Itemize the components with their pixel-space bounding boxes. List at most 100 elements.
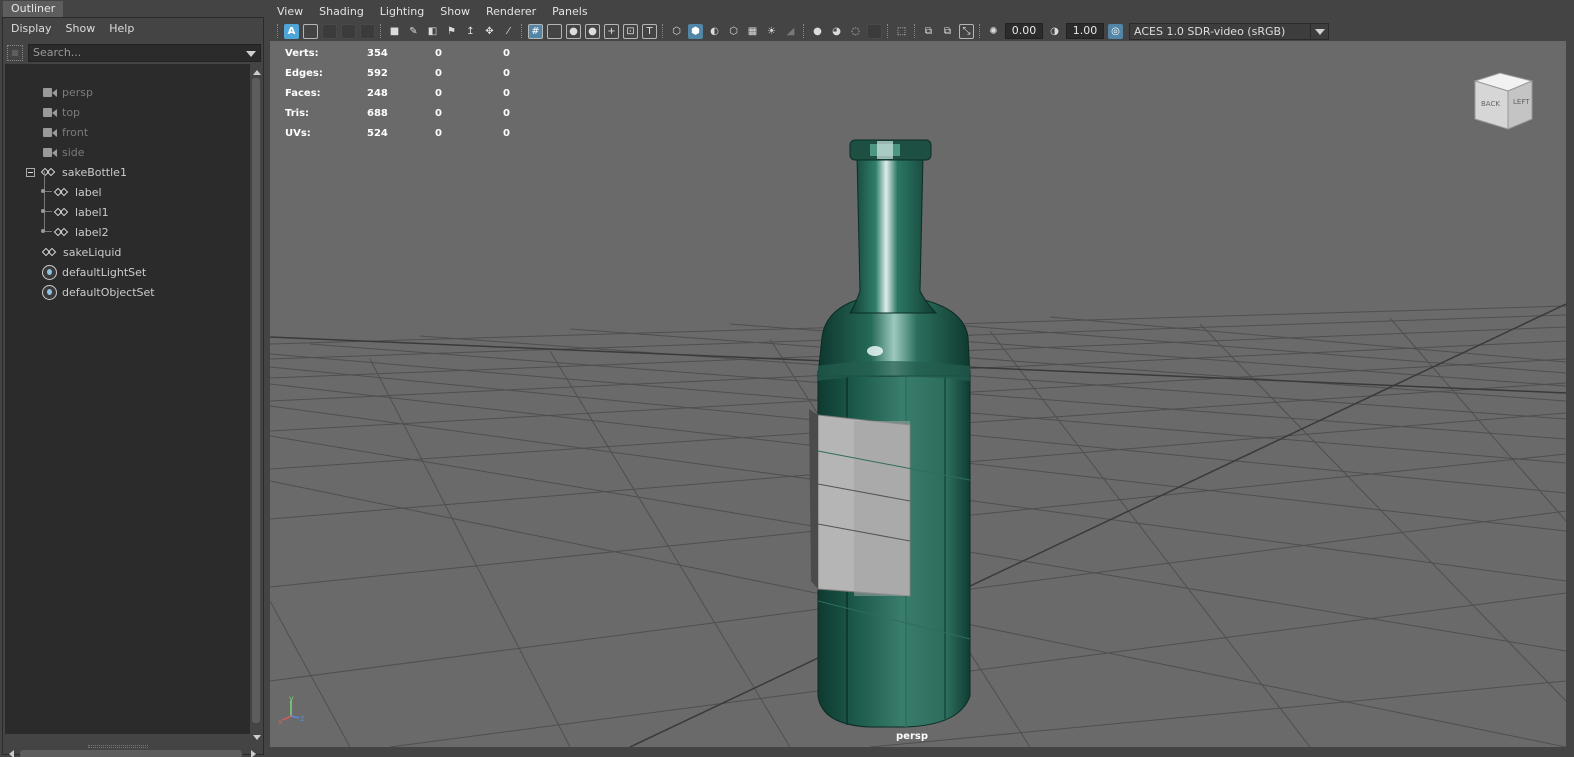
tree-node-dot (41, 209, 45, 213)
select-filter-icon[interactable] (7, 44, 23, 61)
tree-item-defaultobjectset[interactable]: defaultObjectSet (42, 282, 155, 302)
hud-row-faces: Faces: 248 0 0 (285, 83, 571, 103)
panel-resize-grip[interactable] (88, 745, 148, 748)
scroll-down-icon[interactable] (253, 735, 261, 740)
hud-value: 688 (367, 107, 388, 119)
outliner-tab[interactable]: Outliner (3, 1, 64, 17)
smooth-shade-icon[interactable]: ⬢ (688, 23, 703, 39)
tree-item-persp[interactable]: persp (43, 82, 93, 102)
xray-joints-icon[interactable]: ⧉ (940, 24, 955, 39)
color-management-icon[interactable]: ◎ (1108, 23, 1123, 39)
bookmark-icon[interactable] (322, 23, 337, 39)
scroll-left-icon[interactable] (9, 750, 14, 757)
search-input[interactable] (33, 46, 233, 59)
pivot-icon[interactable]: ↥ (463, 24, 478, 39)
tree-node-dot (41, 189, 45, 193)
view-cube[interactable]: BACK LEFT (1473, 72, 1534, 130)
camera-icon (43, 127, 57, 137)
search-dropdown-icon[interactable] (246, 50, 256, 57)
hud-label: Tris: (285, 107, 310, 119)
image-plane-icon[interactable] (341, 23, 356, 39)
view-cube-face-back[interactable]: BACK (1481, 100, 1500, 108)
motion-blur-icon[interactable]: ◕ (829, 24, 844, 39)
film-gate-icon[interactable]: ◧ (425, 24, 440, 39)
set-icon (42, 284, 57, 300)
chevron-down-icon[interactable] (1310, 23, 1328, 39)
xray-components-icon[interactable]: ⤡ (959, 23, 974, 39)
tree-item-label: defaultLightSet (62, 265, 147, 279)
outliner-body: Display Show Help persp top front (2, 17, 264, 757)
outliner-horizontal-scrollbar[interactable] (5, 748, 262, 757)
tree-item-defaultlightset[interactable]: defaultLightSet (42, 262, 146, 282)
hud-value: 0 (503, 87, 510, 99)
view-cube-face-left[interactable]: LEFT (1513, 98, 1530, 106)
tree-item-sakeliquid[interactable]: sakeLiquid (41, 242, 121, 262)
field-chart-icon[interactable]: + (604, 23, 619, 39)
exposure-icon[interactable]: ✺ (986, 24, 1001, 39)
tree-item-label: label2 (75, 225, 109, 239)
anti-aliasing-icon[interactable]: ◌ (848, 24, 863, 39)
bookmark-flag-icon[interactable]: ⚑ (444, 24, 459, 39)
scroll-thumb[interactable] (252, 78, 260, 723)
scroll-right-icon[interactable] (251, 750, 256, 757)
scroll-up-icon[interactable] (253, 70, 261, 75)
wireframe-on-shaded-icon[interactable]: ⬡ (726, 24, 741, 39)
xray-icon[interactable]: ⧉ (921, 24, 936, 39)
menu-show[interactable]: Show (66, 18, 96, 40)
tree-item-sakebottle1[interactable]: sakeBottle1 (26, 162, 127, 182)
depth-of-field-icon[interactable] (867, 23, 882, 39)
menu-view[interactable]: View (277, 5, 303, 18)
wireframe-icon[interactable]: ⬡ (669, 24, 684, 39)
outliner-panel: Outliner Display Show Help persp top (0, 0, 266, 757)
scene-canvas: BACK LEFT y x z (270, 72, 1566, 747)
menu-shading[interactable]: Shading (319, 5, 364, 18)
tree-item-label[interactable]: label (53, 182, 102, 202)
3d-viewport[interactable]: BACK LEFT y x z Verts: 354 0 0 Edges: 59… (270, 41, 1566, 747)
textured-icon[interactable]: ▦ (745, 24, 760, 39)
sake-bottle-mesh[interactable] (809, 139, 971, 728)
select-camera-icon[interactable]: A (284, 23, 299, 39)
screen-space-ao-icon[interactable]: ● (810, 24, 825, 39)
outliner-vertical-scrollbar[interactable] (251, 64, 262, 744)
gamma-icon[interactable]: ◑ (1047, 24, 1062, 39)
toolbar-separator (803, 24, 805, 38)
2d-pan-zoom-icon[interactable] (360, 23, 375, 39)
gamma-field[interactable]: 1.00 (1066, 23, 1104, 39)
safe-action-icon[interactable]: ⊡ (623, 23, 638, 39)
outliner-menubar: Display Show Help (3, 18, 263, 40)
menu-help[interactable]: Help (109, 18, 134, 40)
axis-gizmo: y x z (278, 694, 304, 726)
tree-item-label: defaultObjectSet (62, 285, 155, 299)
tree-item-label2[interactable]: label2 (53, 222, 109, 242)
film-gate-toggle-icon[interactable] (547, 23, 562, 39)
menu-panels[interactable]: Panels (552, 5, 587, 18)
menu-renderer[interactable]: Renderer (486, 5, 536, 18)
tree-item-label1[interactable]: label1 (53, 202, 109, 222)
grid-icon[interactable]: # (528, 23, 543, 39)
isolate-select-icon[interactable]: ⬚ (894, 24, 909, 39)
move-icon[interactable]: ✥ (482, 24, 497, 39)
camera-icon[interactable]: ■ (387, 24, 402, 39)
default-material-icon[interactable]: ◐ (707, 24, 722, 39)
grease-pencil-icon[interactable]: ✎ (406, 24, 421, 39)
menu-lighting[interactable]: Lighting (380, 5, 424, 18)
exposure-field[interactable]: 0.00 (1005, 23, 1043, 39)
resolution-gate-icon[interactable]: ● (566, 23, 581, 39)
gate-mask-icon[interactable]: ● (585, 23, 600, 39)
toolbar-separator (380, 24, 382, 38)
tree-item-top[interactable]: top (43, 102, 80, 122)
tree-item-front[interactable]: front (43, 122, 88, 142)
tree-item-label: side (62, 145, 85, 159)
tree-item-side[interactable]: side (43, 142, 85, 162)
shadows-icon[interactable]: ◢ (783, 24, 798, 39)
menu-display[interactable]: Display (11, 18, 52, 40)
camera-attributes-icon[interactable] (303, 23, 318, 39)
scroll-thumb[interactable] (20, 750, 242, 757)
safe-title-icon[interactable]: T (642, 23, 657, 39)
collapse-toggle-icon[interactable] (26, 167, 35, 177)
lights-icon[interactable]: ☀ (764, 24, 779, 39)
brush-icon[interactable]: ⁄ (501, 24, 516, 39)
menu-show[interactable]: Show (440, 5, 470, 18)
group-icon (53, 226, 70, 238)
color-space-dropdown[interactable]: ACES 1.0 SDR-video (sRGB) (1129, 22, 1329, 40)
